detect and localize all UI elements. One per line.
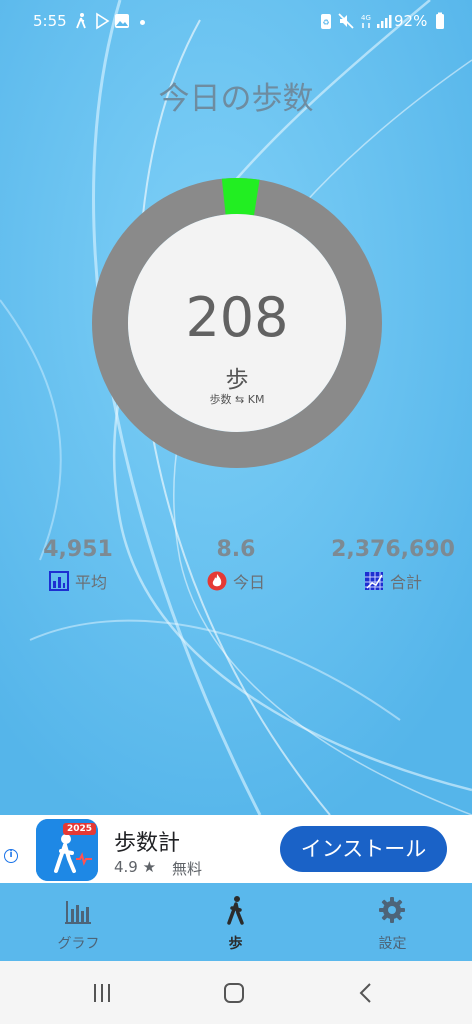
install-button[interactable]: インストール bbox=[280, 826, 447, 872]
svg-text:♻: ♻ bbox=[322, 18, 329, 27]
battery-saver-icon: ♻ bbox=[321, 14, 331, 29]
status-time: 5:55 bbox=[33, 12, 67, 30]
recent-apps-icon[interactable] bbox=[88, 979, 116, 1007]
signal-icon bbox=[377, 15, 392, 28]
steps-km-toggle[interactable]: 歩数 ⇆ KM bbox=[92, 391, 382, 407]
page-title: 今日の歩数 bbox=[158, 81, 314, 117]
ad-year-badge: 2025 bbox=[62, 823, 96, 835]
stat-today: 8.6 今日 bbox=[161, 537, 311, 593]
walk-icon bbox=[76, 13, 86, 29]
ad-app-icon[interactable]: 2025 bbox=[36, 819, 98, 881]
stat-average: 4,951 平均 bbox=[3, 537, 153, 593]
status-bar: 5:55 ♻ 4G 92% bbox=[0, 0, 472, 44]
nav-label-settings: 設定 bbox=[378, 936, 407, 952]
gallery-icon bbox=[115, 14, 129, 28]
total-grid-icon bbox=[364, 572, 383, 590]
nav-item-graph[interactable]: グラフ bbox=[0, 883, 157, 961]
nav-item-steps[interactable]: 歩 bbox=[157, 883, 314, 961]
mute-icon bbox=[338, 13, 354, 29]
ad-info-icon[interactable]: i bbox=[4, 849, 18, 863]
gear-icon bbox=[379, 897, 405, 923]
fire-icon bbox=[207, 571, 227, 591]
walking-person-icon bbox=[227, 896, 244, 925]
stat-today-label: 今日 bbox=[232, 573, 265, 592]
ad-app-name[interactable]: 歩数計 bbox=[114, 825, 180, 857]
stat-today-value: 8.6 bbox=[216, 537, 256, 562]
ad-price: 無料 bbox=[172, 860, 203, 878]
bar-chart-icon bbox=[65, 901, 91, 924]
stat-average-value: 4,951 bbox=[43, 537, 113, 562]
nav-item-settings[interactable]: 設定 bbox=[314, 883, 471, 961]
home-icon[interactable] bbox=[220, 979, 248, 1007]
ad-rating: 4.9 ★ bbox=[114, 858, 157, 876]
nav-label-graph: グラフ bbox=[57, 936, 100, 952]
screen: 5:55 ♻ 4G 92% 今日の歩数 208 歩 歩数 ⇆ KM 4,951 … bbox=[0, 0, 472, 1024]
step-progress-ring[interactable]: 208 歩 歩数 ⇆ KM bbox=[92, 178, 382, 468]
4g-icon: 4G bbox=[361, 14, 371, 28]
battery-percent: 92% bbox=[394, 12, 428, 30]
svg-text:4G: 4G bbox=[361, 14, 371, 22]
back-icon[interactable] bbox=[352, 979, 380, 1007]
step-count: 208 bbox=[185, 286, 289, 349]
bottom-navigation: グラフ 歩 設定 bbox=[0, 883, 472, 961]
ad-banner[interactable]: i 2025 歩数計 4.9 ★ 無料 インストール bbox=[0, 815, 472, 883]
stat-average-label: 平均 bbox=[74, 573, 107, 592]
notification-dot bbox=[140, 20, 145, 25]
play-store-icon bbox=[96, 12, 110, 30]
nav-label-steps: 歩 bbox=[228, 936, 243, 952]
stat-total: 2,376,690 合計 bbox=[318, 537, 468, 593]
stat-total-value: 2,376,690 bbox=[331, 537, 455, 562]
stat-total-label: 合計 bbox=[389, 573, 422, 592]
step-unit-label: 歩 bbox=[225, 367, 249, 393]
system-navigation-bar bbox=[0, 961, 472, 1024]
battery-icon bbox=[436, 12, 444, 29]
average-chart-icon bbox=[48, 571, 69, 591]
